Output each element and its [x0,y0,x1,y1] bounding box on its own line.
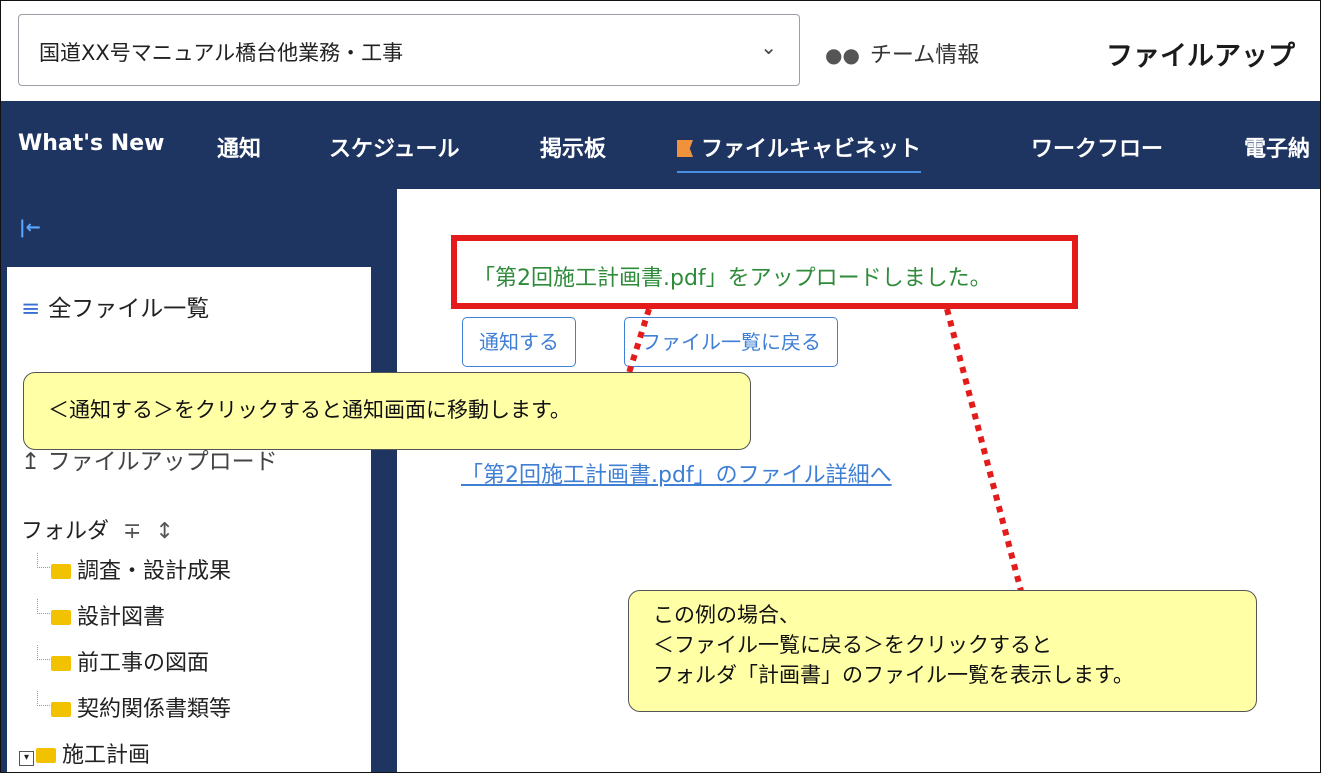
chevron-down-icon: ⌄ [760,35,777,59]
folder-item[interactable]: 調査・設計成果 [37,553,231,599]
nav-file-cabinet-label: ファイルキャビネット [701,137,922,162]
back-to-file-list-button[interactable]: ファイル一覧に戻る [624,317,838,367]
list-icon: ≡ [21,296,41,322]
team-info-label: チーム情報 [869,43,980,68]
nav-schedule[interactable]: スケジュール [329,131,459,163]
folder-header: フォルダ ∓ ↕ [21,513,174,545]
main-nav: What's New 通知 スケジュール 掲示板 ファイルキャビネット ワークフ… [1,101,1320,189]
nav-bulletin-board[interactable]: 掲示板 [540,131,606,163]
expand-all-icon[interactable]: ↕ [155,519,173,544]
callout-back-line2: ＜ファイル一覧に戻る＞をクリックすると [653,633,1052,657]
folder-label: 施工計画 [62,743,151,768]
folder-icon [51,702,71,717]
expand-toggle-icon[interactable]: ▾ [19,751,34,766]
upload-label: ファイルアップロード [47,449,278,475]
nav-file-cabinet[interactable]: ファイルキャビネット [677,131,922,173]
folder-item[interactable]: ▾ 施工計画 [19,737,231,772]
folder-item[interactable]: 契約関係書類等 [37,691,231,737]
notify-button[interactable]: 通知する [462,317,576,367]
sidebar-item-all-files[interactable]: ≡ 全ファイル一覧 [21,289,209,323]
folder-label: 調査・設計成果 [77,559,232,584]
sidebar: |← ≡ 全ファイル一覧 ↥ ファイルアップロード フォルダ ∓ ↕ 調査・設計成果 … [1,189,397,772]
top-header: 国道XX号マニュアル橋台他業務・工事 ⌄ ●● チーム情報 ファイルアップ [1,1,1320,101]
upload-icon: ↥ [21,449,41,475]
callout-notify-text: ＜通知する＞をクリックすると通知画面に移動します。 [48,398,571,422]
flag-icon [677,140,693,157]
collapse-sidebar-icon[interactable]: |← [19,217,41,238]
nav-workflow[interactable]: ワークフロー [1031,131,1163,163]
project-select[interactable]: 国道XX号マニュアル橋台他業務・工事 ⌄ [18,14,800,86]
file-detail-link[interactable]: 「第2回施工計画書.pdf」のファイル詳細へ [461,457,892,489]
sidebar-panel: ≡ 全ファイル一覧 ↥ ファイルアップロード フォルダ ∓ ↕ 調査・設計成果 設計図… [7,267,371,772]
project-select-value: 国道XX号マニュアル橋台他業務・工事 [39,41,404,65]
collapse-all-icon[interactable]: ∓ [123,519,141,544]
nav-notification[interactable]: 通知 [217,131,261,163]
folder-tree: 調査・設計成果 設計図書 前工事の図面 契約関係書類等 ▾ 施工計画 [19,553,231,772]
folder-icon [36,748,56,763]
callout-back: この例の場合、 ＜ファイル一覧に戻る＞をクリックすると フォルダ「計画書」のファ… [628,590,1257,712]
folder-item[interactable]: 前工事の図面 [37,645,231,691]
all-files-label: 全ファイル一覧 [48,296,210,322]
callout-back-line3: フォルダ「計画書」のファイル一覧を表示します。 [653,663,1134,687]
folder-icon [51,564,71,579]
folder-icon [51,610,71,625]
screenshot-frame: 国道XX号マニュアル橋台他業務・工事 ⌄ ●● チーム情報 ファイルアップ Wha… [0,0,1321,773]
page-title: ファイルアップ [1106,41,1295,72]
callout-notify: ＜通知する＞をクリックすると通知画面に移動します。 [23,372,751,450]
folder-header-label: フォルダ [21,519,110,544]
team-icon: ●● [825,43,860,67]
folder-label: 設計図書 [77,605,166,630]
folder-icon [51,656,71,671]
folder-label: 契約関係書類等 [77,697,232,722]
team-info-link[interactable]: ●● チーム情報 [825,37,979,69]
nav-electronic-delivery[interactable]: 電子納 [1244,131,1310,163]
callout-back-line1: この例の場合、 [653,603,800,627]
folder-label: 前工事の図面 [77,651,210,676]
highlight-box [451,235,1078,309]
folder-item[interactable]: 設計図書 [37,599,231,645]
nav-whats-new[interactable]: What's New [18,131,164,156]
